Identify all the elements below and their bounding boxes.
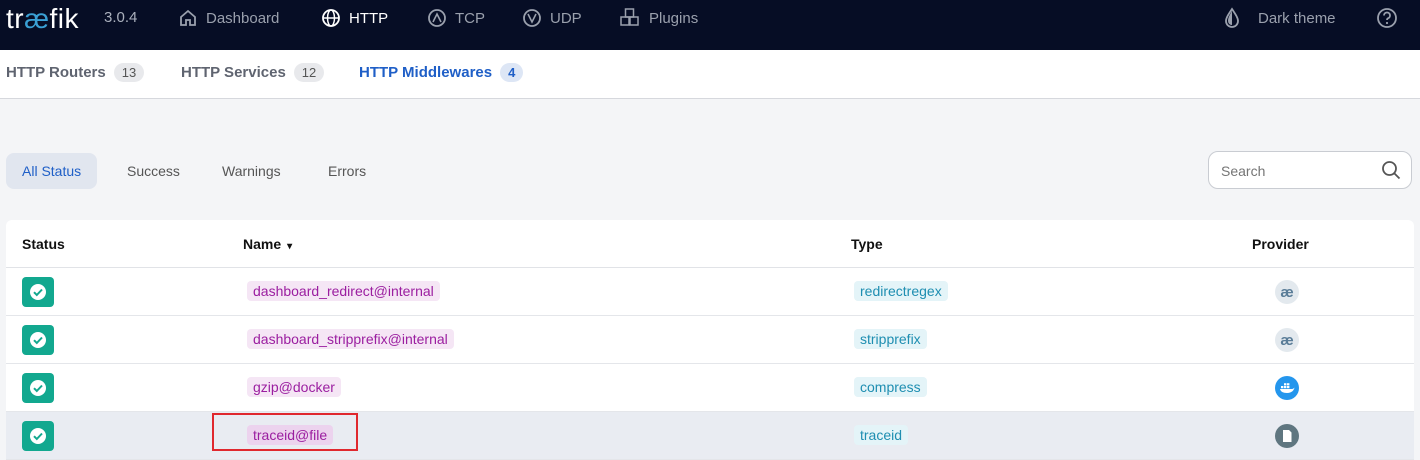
tcp-icon (428, 9, 446, 27)
help-icon (1377, 8, 1397, 28)
globe-icon (322, 9, 340, 27)
nav-tcp[interactable]: TCP (427, 7, 485, 29)
success-status-icon (22, 277, 54, 307)
http-subtabs: HTTP Routers 13 HTTP Services 12 HTTP Mi… (0, 50, 1420, 99)
filter-warnings[interactable]: Warnings (206, 153, 297, 189)
nav-udp[interactable]: UDP (522, 7, 582, 29)
help-button[interactable] (1376, 7, 1406, 29)
udp-icon (523, 9, 541, 27)
count-badge: 13 (113, 63, 145, 82)
nav-dashboard[interactable]: Dashboard (178, 7, 279, 29)
table-row[interactable]: traceid@file traceid (6, 412, 1414, 460)
search-input[interactable] (1219, 160, 1373, 182)
column-name[interactable]: Name ▾ (243, 236, 292, 252)
middleware-type: compress (854, 377, 927, 397)
drop-icon (1225, 7, 1239, 28)
sort-desc-icon: ▾ (287, 241, 293, 252)
success-status-icon (22, 325, 54, 355)
nav-http[interactable]: HTTP (321, 7, 388, 29)
middleware-name: dashboard_stripprefix@internal (247, 329, 454, 349)
file-provider-icon (1275, 424, 1299, 448)
filter-all-status[interactable]: All Status (6, 153, 98, 189)
middleware-type: traceid (854, 425, 909, 445)
tab-http-services[interactable]: HTTP Services 12 (181, 63, 325, 82)
success-status-icon (22, 421, 54, 451)
middlewares-table: Status Name ▾ Type Provider dashboard_red… (6, 220, 1414, 460)
home-icon (180, 9, 196, 26)
success-status-icon (22, 373, 54, 403)
middleware-name: traceid@file (247, 425, 334, 445)
table-row[interactable]: dashboard_stripprefix@internal strippref… (6, 316, 1414, 364)
table-row[interactable]: dashboard_redirect@internal redirectrege… (6, 268, 1414, 316)
column-provider[interactable]: Provider (1252, 236, 1309, 252)
theme-toggle[interactable]: Dark theme (1222, 7, 1336, 29)
middleware-name: dashboard_redirect@internal (247, 281, 440, 301)
column-type[interactable]: Type (851, 236, 883, 252)
traefik-provider-icon: æ (1275, 280, 1299, 304)
search-box (1208, 151, 1412, 189)
top-nav-bar: træfik 3.0.4 Dashboard HTTP TCP UDP Plug… (0, 0, 1420, 50)
count-badge: 12 (293, 63, 325, 82)
tab-http-routers[interactable]: HTTP Routers 13 (6, 63, 145, 82)
tab-http-middlewares[interactable]: HTTP Middlewares 4 (359, 63, 524, 82)
traefik-provider-icon: æ (1275, 328, 1299, 352)
traefik-logo[interactable]: træfik (6, 3, 79, 35)
nav-plugins[interactable]: Plugins (619, 7, 698, 29)
filter-success[interactable]: Success (111, 153, 196, 189)
middleware-name: gzip@docker (247, 377, 341, 397)
plugins-icon (620, 8, 639, 26)
table-header: Status Name ▾ Type Provider (6, 220, 1414, 268)
middleware-type: stripprefix (854, 329, 927, 349)
table-row[interactable]: gzip@docker compress (6, 364, 1414, 412)
count-badge: 4 (500, 63, 524, 82)
filter-errors[interactable]: Errors (312, 153, 382, 189)
search-icon[interactable] (1381, 160, 1401, 180)
docker-provider-icon (1275, 376, 1299, 400)
version-label: 3.0.4 (104, 9, 138, 26)
middleware-type: redirectregex (854, 281, 948, 301)
column-status[interactable]: Status (22, 236, 65, 252)
